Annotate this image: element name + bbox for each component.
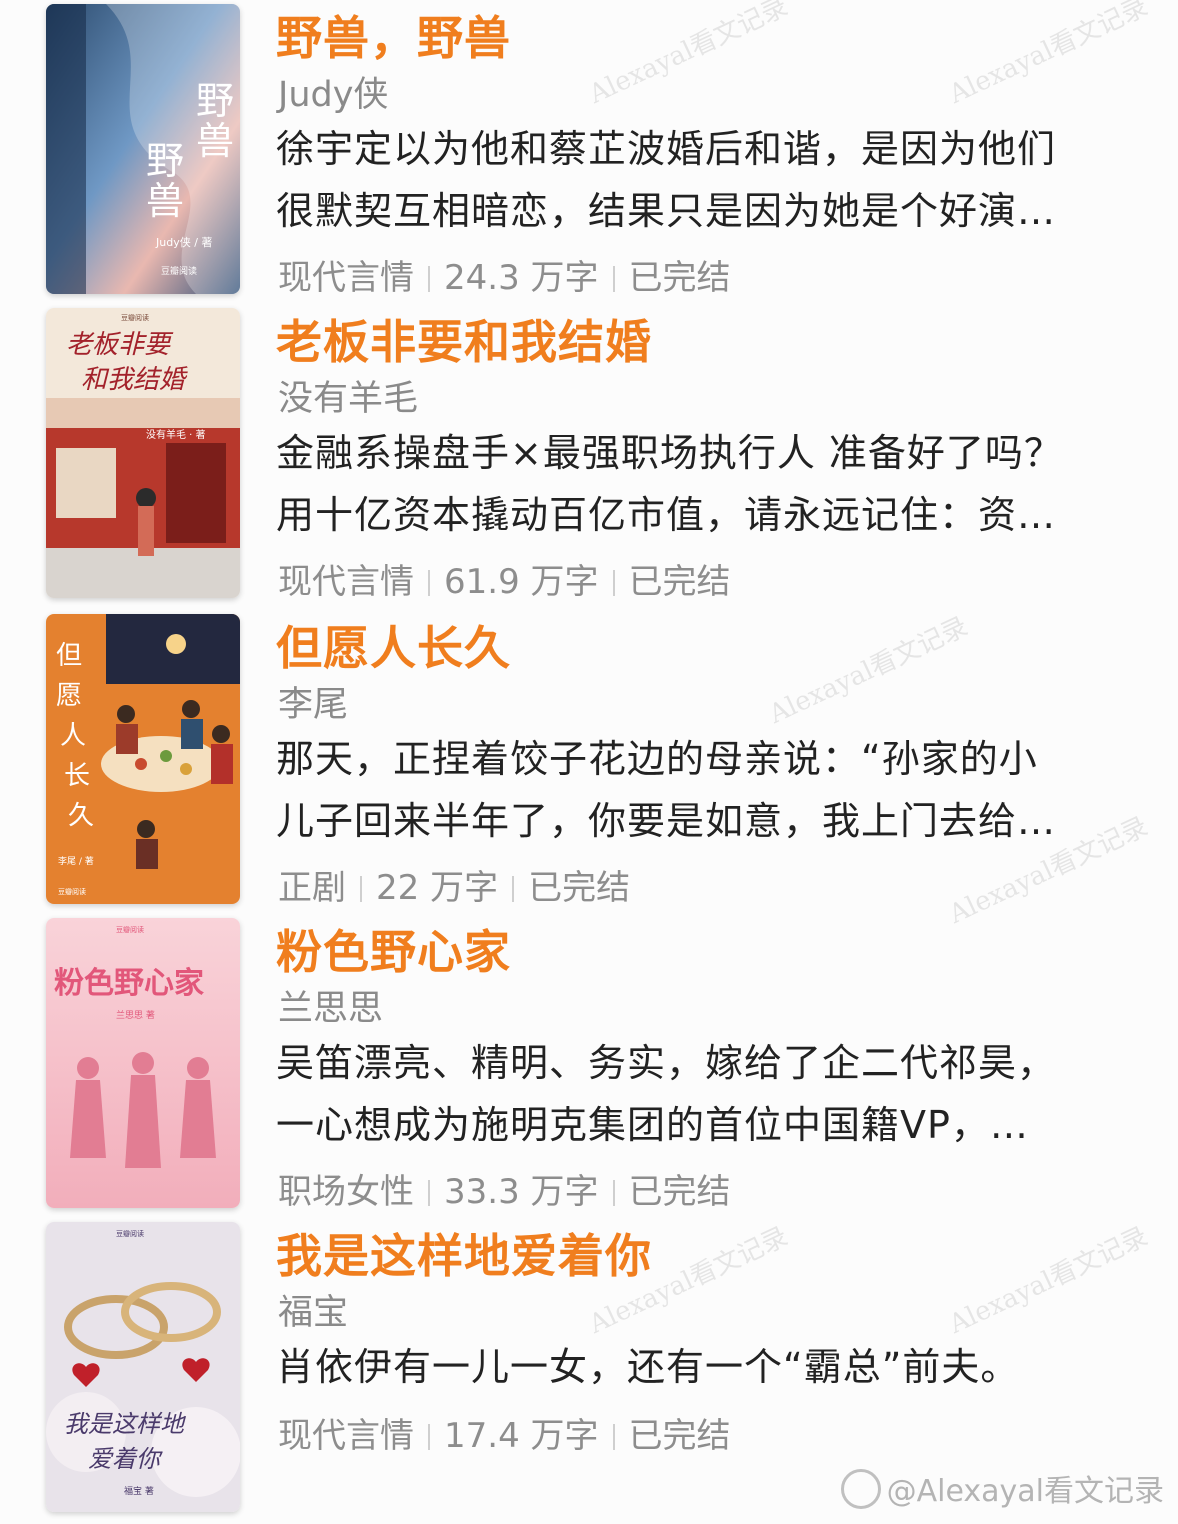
word-count: 61.9 万字 <box>444 562 599 602</box>
svg-text:和我结婚: 和我结婚 <box>81 365 188 395</box>
book-meta: 职场女性 33.3 万字 已完结 <box>278 1164 731 1213</box>
svg-text:Judy侠 / 著: Judy侠 / 著 <box>155 235 212 249</box>
cover-art: 野 兽 野 兽 Judy侠 / 著 豆瓣阅读 <box>46 4 240 294</box>
book-author[interactable]: 兰思思 <box>278 980 383 1031</box>
status-label: 已完结 <box>628 1416 731 1456</box>
weibo-credit: @Alexayal看文记录 <box>840 1466 1164 1510</box>
svg-text:豆瓣阅读: 豆瓣阅读 <box>58 887 86 896</box>
book-description[interactable]: 肖依伊有一儿一女，还有一个“霸总”前夫。 <box>276 1336 1136 1398</box>
divider <box>360 876 362 902</box>
divider <box>428 570 430 596</box>
book-title[interactable]: 但愿人长久 <box>276 612 511 678</box>
word-count: 33.3 万字 <box>444 1172 599 1212</box>
divider <box>612 266 615 292</box>
svg-text:长: 长 <box>64 761 90 791</box>
svg-text:人: 人 <box>60 721 86 751</box>
genre-label: 现代言情 <box>278 258 414 298</box>
book-author[interactable]: 李尾 <box>278 676 348 727</box>
genre-label: 正剧 <box>278 868 346 908</box>
svg-text:野: 野 <box>196 79 234 123</box>
book-meta: 正剧 22 万字 已完结 <box>278 860 630 909</box>
divider <box>612 1180 615 1206</box>
book-item[interactable]: 老板非要 和我结婚 没有羊毛 · 著 豆瓣阅读 老板非要和我结婚 没有羊毛 金融… <box>0 304 1178 604</box>
divider <box>512 876 515 902</box>
svg-text:豆瓣阅读: 豆瓣阅读 <box>161 265 197 277</box>
book-meta: 现代言情 17.4 万字 已完结 <box>278 1408 731 1457</box>
cover-art: 我是这样地 爱着你 福宝 著 豆瓣阅读 <box>46 1222 240 1512</box>
book-item[interactable]: 粉色野心家 兰思思 著 豆瓣阅读 粉色野心家 兰思思 吴笛漂亮、精明、务实，嫁给… <box>0 914 1178 1214</box>
book-description[interactable]: 吴笛漂亮、精明、务实，嫁给了企二代祁昊， 一心想成为施明克集团的首位中国籍VP，… <box>276 1032 1136 1156</box>
word-count: 17.4 万字 <box>444 1416 599 1456</box>
book-description[interactable]: 徐宇定以为他和蔡芷波婚后和谐，是因为他们 很默契互相暗恋，结果只是因为她是个好演… <box>276 118 1136 242</box>
divider <box>612 570 615 596</box>
status-label: 已完结 <box>628 258 731 298</box>
status-label: 已完结 <box>628 1172 731 1212</box>
cover-art: 粉色野心家 兰思思 著 豆瓣阅读 <box>46 918 240 1208</box>
svg-text:豆瓣阅读: 豆瓣阅读 <box>116 1229 144 1238</box>
svg-text:福宝 著: 福宝 著 <box>124 1485 154 1497</box>
book-meta: 现代言情 24.3 万字 已完结 <box>278 250 731 299</box>
svg-text:粉色野心家: 粉色野心家 <box>54 966 204 1001</box>
word-count: 24.3 万字 <box>444 258 599 298</box>
svg-text:老板非要: 老板非要 <box>66 330 174 360</box>
book-title[interactable]: 老板非要和我结婚 <box>276 306 652 372</box>
genre-label: 现代言情 <box>278 1416 414 1456</box>
book-description[interactable]: 金融系操盘手×最强职场执行人 准备好了吗？ 用十亿资本撬动百亿市值，请永远记住：… <box>276 422 1136 546</box>
svg-text:豆瓣阅读: 豆瓣阅读 <box>121 313 149 322</box>
svg-text:久: 久 <box>68 801 94 831</box>
svg-text:兰思思 著: 兰思思 著 <box>116 1009 155 1021</box>
svg-text:没有羊毛 · 著: 没有羊毛 · 著 <box>146 428 206 441</box>
divider <box>428 1424 430 1450</box>
svg-text:豆瓣阅读: 豆瓣阅读 <box>116 925 144 934</box>
cover-art: 但 愿 人 长 久 李尾 / 著 豆瓣阅读 <box>46 614 240 904</box>
svg-text:爱着你: 爱着你 <box>88 1445 163 1473</box>
book-item[interactable]: 野 兽 野 兽 Judy侠 / 著 豆瓣阅读 野兽，野兽 Judy侠 徐宇定以为… <box>0 0 1178 300</box>
book-meta: 现代言情 61.9 万字 已完结 <box>278 554 731 603</box>
book-list-page: 野 兽 野 兽 Judy侠 / 著 豆瓣阅读 野兽，野兽 Judy侠 徐宇定以为… <box>0 0 1178 1524</box>
book-title[interactable]: 粉色野心家 <box>276 916 511 982</box>
svg-text:兽: 兽 <box>196 119 234 163</box>
svg-text:李尾 / 著: 李尾 / 著 <box>58 855 94 867</box>
book-cover[interactable]: 我是这样地 爱着你 福宝 著 豆瓣阅读 <box>46 1222 240 1512</box>
genre-label: 现代言情 <box>278 562 414 602</box>
divider <box>428 266 430 292</box>
genre-label: 职场女性 <box>278 1172 414 1212</box>
divider <box>612 1424 615 1450</box>
svg-text:野: 野 <box>146 139 184 183</box>
book-cover[interactable]: 但 愿 人 长 久 李尾 / 著 豆瓣阅读 <box>46 614 240 904</box>
svg-text:愿: 愿 <box>56 681 82 711</box>
book-cover[interactable]: 野 兽 野 兽 Judy侠 / 著 豆瓣阅读 <box>46 4 240 294</box>
book-author[interactable]: 没有羊毛 <box>278 370 418 421</box>
book-item[interactable]: 但 愿 人 长 久 李尾 / 著 豆瓣阅读 但愿人长久 李尾 那天，正捏着饺子花… <box>0 610 1178 910</box>
book-cover[interactable]: 老板非要 和我结婚 没有羊毛 · 著 豆瓣阅读 <box>46 308 240 598</box>
word-count: 22 万字 <box>376 868 499 908</box>
book-author[interactable]: Judy侠 <box>278 66 388 117</box>
divider <box>428 1180 430 1206</box>
status-label: 已完结 <box>528 868 631 908</box>
status-label: 已完结 <box>628 562 731 602</box>
book-title[interactable]: 野兽，野兽 <box>276 2 511 68</box>
weibo-icon <box>840 1469 881 1509</box>
book-cover[interactable]: 粉色野心家 兰思思 著 豆瓣阅读 <box>46 918 240 1208</box>
cover-art: 老板非要 和我结婚 没有羊毛 · 著 豆瓣阅读 <box>46 308 240 598</box>
svg-text:但: 但 <box>56 641 82 671</box>
book-description[interactable]: 那天，正捏着饺子花边的母亲说：“孙家的小 儿子回来半年了，你要是如意，我上门去给… <box>276 728 1136 852</box>
book-author[interactable]: 福宝 <box>278 1284 348 1335</box>
book-title[interactable]: 我是这样地爱着你 <box>276 1220 652 1286</box>
svg-text:兽: 兽 <box>146 179 184 223</box>
svg-text:我是这样地: 我是这样地 <box>64 1410 187 1438</box>
